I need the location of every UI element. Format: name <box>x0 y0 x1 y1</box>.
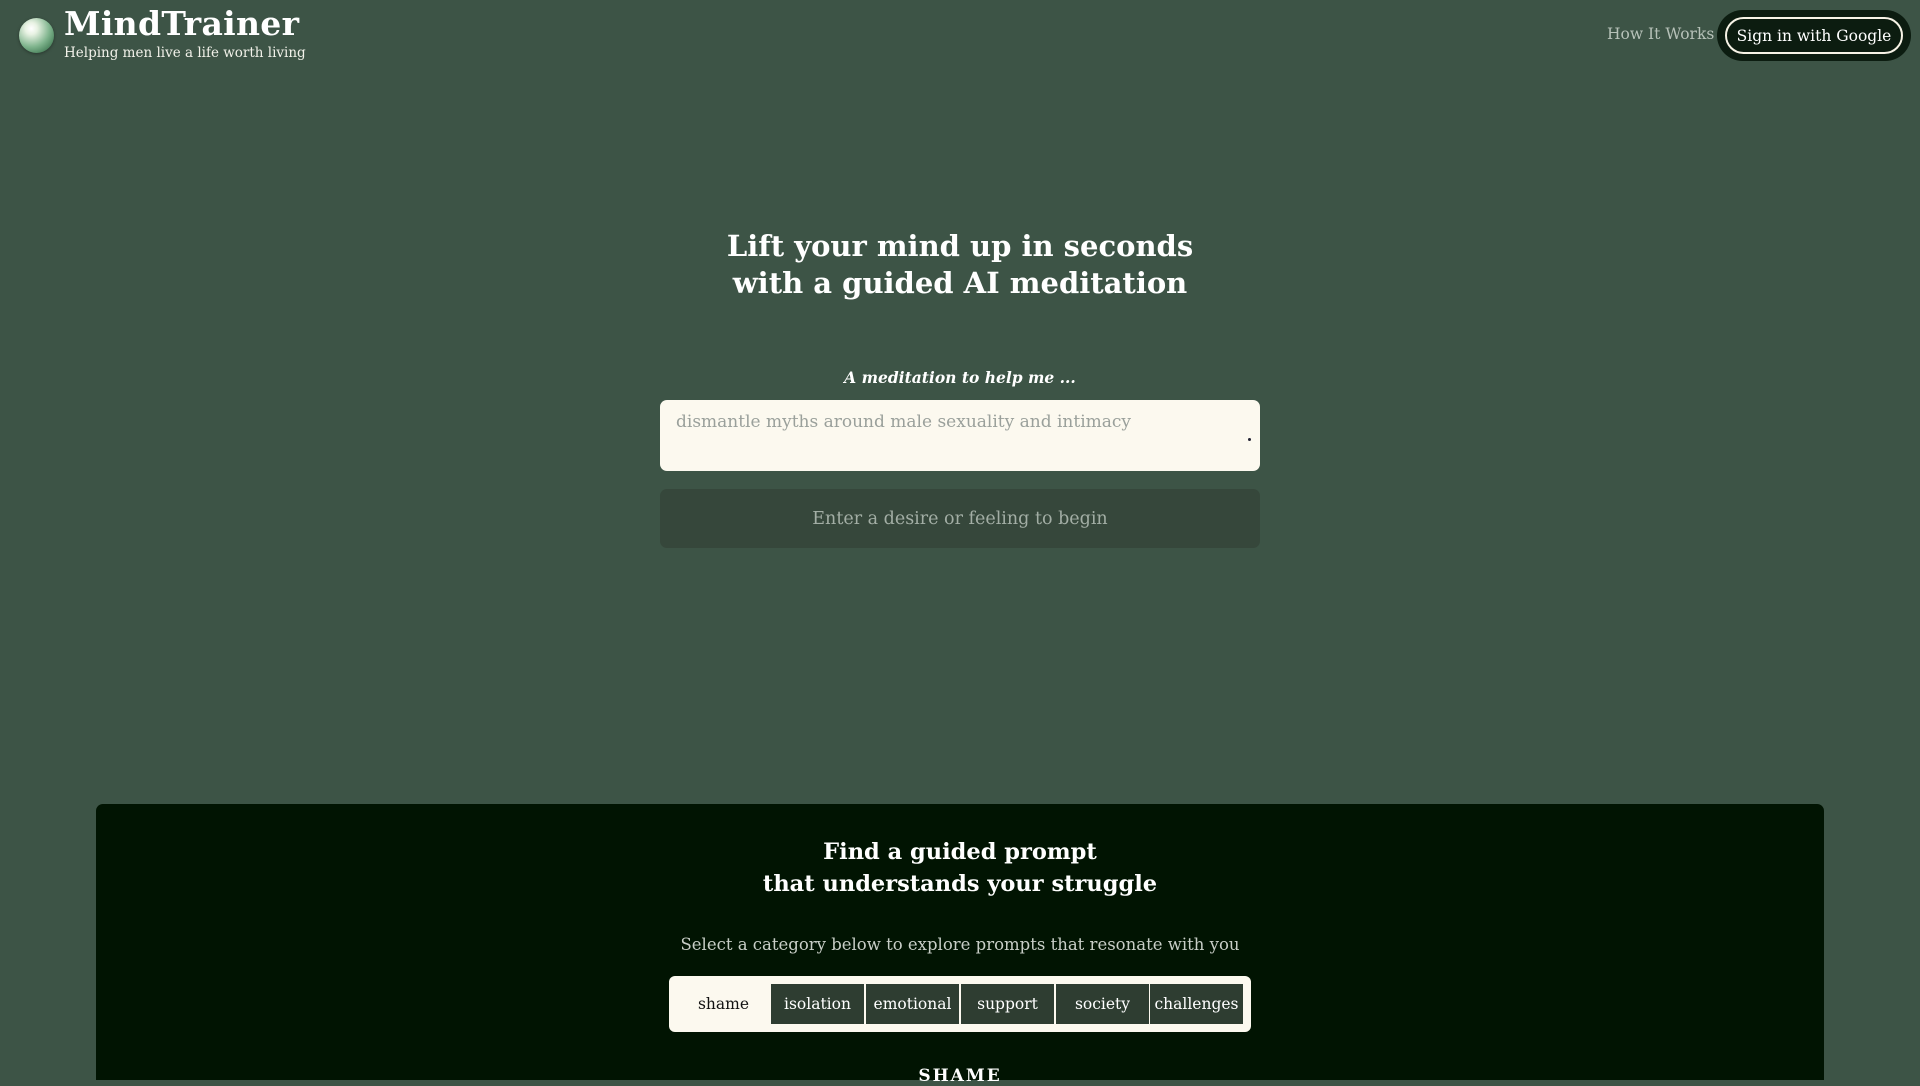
hero-title: Lift your mind up in seconds with a guid… <box>560 228 1360 302</box>
sign-in-container: Sign in with Google <box>1717 10 1911 61</box>
sign-in-google-button[interactable]: Sign in with Google <box>1725 17 1903 54</box>
category-tab-challenges[interactable]: challenges <box>1150 984 1243 1024</box>
brand-tagline: Helping men live a life worth living <box>64 45 306 61</box>
category-tabs: shame isolation emotional support societ… <box>669 976 1251 1032</box>
prompt-label: A meditation to help me ... <box>844 368 1076 387</box>
category-tab-isolation[interactable]: isolation <box>771 984 864 1024</box>
hero-title-line2: with a guided AI meditation <box>732 266 1188 300</box>
category-section-heading: SHAME <box>918 1066 1002 1086</box>
resize-handle-icon[interactable] <box>1248 438 1251 441</box>
guided-prompts-subtitle: Select a category below to explore promp… <box>680 935 1240 954</box>
guided-prompts-title-line1: Find a guided prompt <box>823 839 1097 865</box>
guided-prompts-title-line2: that understands your struggle <box>762 871 1158 897</box>
guided-prompts-title: Find a guided prompt that understands yo… <box>560 836 1360 900</box>
hero-title-line1: Lift your mind up in seconds <box>726 229 1194 263</box>
top-header: MindTrainer Helping men live a life wort… <box>0 0 1920 72</box>
category-tab-emotional[interactable]: emotional <box>866 984 959 1024</box>
begin-meditation-button[interactable]: Enter a desire or feeling to begin <box>660 489 1260 548</box>
logo-orb-icon[interactable] <box>19 18 54 53</box>
category-tab-support[interactable]: support <box>961 984 1054 1024</box>
category-tab-shame[interactable]: shame <box>677 984 770 1024</box>
category-tab-society[interactable]: society <box>1056 984 1149 1024</box>
brand-name[interactable]: MindTrainer <box>64 4 299 43</box>
how-it-works-link[interactable]: How It Works <box>1607 25 1714 43</box>
prompt-input-container <box>660 400 1260 471</box>
meditation-prompt-input[interactable] <box>660 400 1260 471</box>
